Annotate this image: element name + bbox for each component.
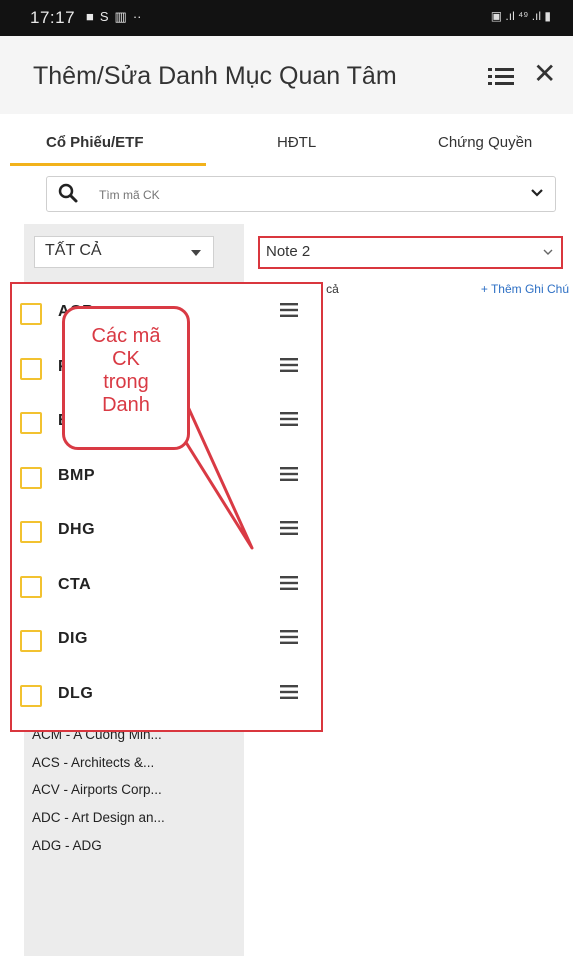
drag-handle-icon[interactable] xyxy=(280,303,298,317)
note-dropdown[interactable]: Note 2 xyxy=(258,236,563,269)
status-bar: 17:17 ■ S ▥ ·· ▣ .ıl ⁴⁹ .ıl ▮ xyxy=(0,0,573,36)
tab-stocks-etf[interactable]: Cổ Phiếu/ETF xyxy=(46,134,144,151)
add-note-button[interactable]: + Thêm Ghi Chú xyxy=(481,282,569,296)
close-icon[interactable]: ✕ xyxy=(533,60,556,88)
stock-list-item[interactable]: ACS - Architects &... xyxy=(24,749,244,777)
active-tab-indicator xyxy=(10,163,206,166)
stock-code: DHG xyxy=(58,521,96,538)
callout-line: Danh xyxy=(102,394,150,416)
checkbox[interactable] xyxy=(20,357,42,380)
tab-bar: Cổ Phiếu/ETF HĐTL Chứng Quyền xyxy=(0,114,573,169)
tab-warrants[interactable]: Chứng Quyền xyxy=(438,134,532,151)
status-time: 17:17 xyxy=(30,8,76,27)
callout-line: CK xyxy=(112,348,140,370)
callout-line: trong xyxy=(103,371,149,393)
watchlist-row[interactable]: BMP xyxy=(12,450,321,501)
search-input[interactable] xyxy=(97,183,501,207)
callout-annotation: Các mã CK trong Danh xyxy=(62,306,190,450)
drag-handle-icon[interactable] xyxy=(280,412,298,426)
filter-dropdown[interactable]: TẤT CẢ xyxy=(34,236,214,268)
chevron-down-icon[interactable] xyxy=(529,185,545,201)
signal-battery-icons: ▣ .ıl ⁴⁹ .ıl ▮ xyxy=(490,9,551,23)
app-icon: S xyxy=(99,9,109,24)
tab-futures[interactable]: HĐTL xyxy=(277,134,316,151)
list-icon[interactable] xyxy=(488,66,514,88)
stock-list-item[interactable]: ADC - Art Design an... xyxy=(24,804,244,832)
search-area xyxy=(0,168,573,224)
checkbox[interactable] xyxy=(20,684,42,707)
search-box[interactable] xyxy=(46,176,556,212)
drag-handle-icon[interactable] xyxy=(280,684,298,699)
more-icon: ·· xyxy=(132,9,142,24)
sim-icon: ▥ xyxy=(114,9,127,24)
stock-code: CTA xyxy=(58,575,92,593)
checkbox[interactable] xyxy=(20,303,42,325)
notification-icons: ■ S ▥ ·· xyxy=(86,9,142,25)
note-selected: Note 2 xyxy=(266,243,311,260)
filter-selected: TẤT CẢ xyxy=(45,242,102,259)
checkbox[interactable] xyxy=(20,521,42,543)
stock-code: DLG xyxy=(58,684,94,702)
stock-list-item[interactable]: ACV - Airports Corp... xyxy=(24,776,244,804)
stock-list-item[interactable]: ADG - ADG xyxy=(24,832,244,860)
callout-line: Các mã xyxy=(91,325,161,347)
message-icon: ■ xyxy=(86,9,94,24)
watchlist-row[interactable]: DHG xyxy=(12,504,321,555)
checkbox[interactable] xyxy=(20,575,42,598)
checkbox[interactable] xyxy=(20,412,42,434)
page-title: Thêm/Sửa Danh Mục Quan Tâm xyxy=(33,62,397,90)
callout-text: Các mã CK trong Danh xyxy=(65,325,187,417)
drag-handle-icon[interactable] xyxy=(280,357,298,372)
stock-code: DIG xyxy=(58,630,88,647)
checkbox[interactable] xyxy=(20,630,42,652)
drag-handle-icon[interactable] xyxy=(280,575,298,590)
drag-handle-icon[interactable] xyxy=(280,466,298,481)
search-icon xyxy=(58,183,78,203)
page-header: Thêm/Sửa Danh Mục Quan Tâm ✕ xyxy=(0,36,573,114)
checkbox[interactable] xyxy=(20,466,42,489)
watchlist-row[interactable]: DIG xyxy=(12,613,321,664)
chevron-down-icon xyxy=(543,249,553,255)
drag-handle-icon[interactable] xyxy=(280,630,298,644)
drag-handle-icon[interactable] xyxy=(280,521,298,535)
watchlist-row[interactable]: DLG xyxy=(12,668,321,719)
dropdown-arrow-icon xyxy=(191,250,201,256)
watchlist-row[interactable]: CTA xyxy=(12,559,321,610)
stock-code: BMP xyxy=(58,466,96,484)
